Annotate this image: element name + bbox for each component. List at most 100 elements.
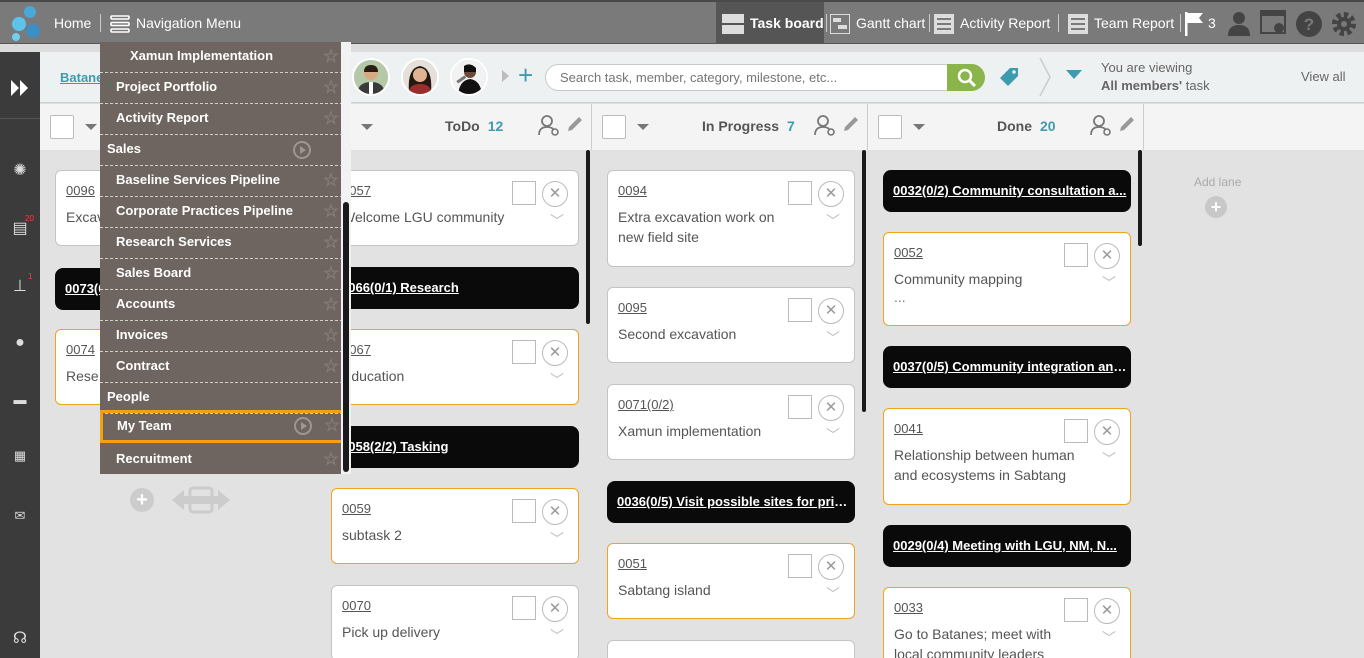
task-id[interactable]: 0052: [894, 245, 923, 260]
close-icon[interactable]: ✕: [818, 298, 844, 324]
chevron-down-icon[interactable]: ﹀: [1102, 449, 1116, 469]
close-icon[interactable]: ✕: [818, 554, 844, 580]
task-card[interactable]: [607, 640, 855, 658]
star-icon[interactable]: ☆: [323, 170, 339, 190]
menu-item-my-team[interactable]: My Team ☆: [100, 410, 345, 443]
close-icon[interactable]: ✕: [542, 340, 568, 366]
dashboard-icon[interactable]: ✺: [10, 160, 30, 180]
assign-user-icon[interactable]: [538, 114, 560, 136]
task-card[interactable]: 0041 Relationship between human and ecos…: [883, 408, 1131, 505]
navigation-menu-button[interactable]: Navigation Menu: [110, 2, 241, 44]
gear-icon[interactable]: [1330, 10, 1358, 38]
chevron-down-icon[interactable]: ﹀: [826, 328, 840, 348]
lane-dropdown-caret[interactable]: [85, 124, 97, 130]
avatar[interactable]: [352, 58, 390, 96]
star-icon[interactable]: ☆: [323, 325, 339, 345]
star-icon[interactable]: ☆: [323, 201, 339, 221]
task-card[interactable]: 0095 Second excavation ✕ ﹀: [607, 287, 855, 363]
task-id[interactable]: 0096: [66, 183, 95, 198]
star-icon[interactable]: ☆: [323, 263, 339, 283]
lane-checkbox[interactable]: [602, 115, 626, 139]
swap-lanes-icon[interactable]: [170, 486, 232, 514]
close-icon[interactable]: ✕: [818, 181, 844, 207]
star-icon[interactable]: ☆: [323, 108, 339, 128]
close-icon[interactable]: ✕: [1094, 419, 1120, 445]
chevron-down-icon[interactable]: ﹀: [1102, 273, 1116, 293]
scroll-avatars-arrow[interactable]: [502, 70, 509, 82]
chat-icon[interactable]: ▬: [10, 392, 30, 412]
project-breadcrumb[interactable]: Batane: [60, 70, 103, 85]
avatar[interactable]: [401, 58, 439, 96]
expand-icon[interactable]: [10, 80, 30, 96]
assign-user-icon[interactable]: [1090, 114, 1112, 136]
search-button[interactable]: [947, 64, 985, 91]
task-card[interactable]: 0067 Education ✕ ﹀: [331, 329, 579, 405]
tab-activity-report[interactable]: Activity Report: [934, 2, 1050, 44]
task-card[interactable]: 0057 Welcome LGU community ✕ ﹀: [331, 170, 579, 246]
add-task-button[interactable]: +: [130, 488, 154, 512]
chevron-down-icon[interactable]: ﹀: [1102, 628, 1116, 648]
tab-team-report[interactable]: Team Report: [1068, 2, 1174, 44]
stamp-icon[interactable]: ⊥: [10, 276, 30, 296]
task-id[interactable]: 0074: [66, 342, 95, 357]
add-member-button[interactable]: +: [518, 62, 533, 88]
mail-icon[interactable]: ✉: [10, 508, 30, 528]
task-checkbox[interactable]: [512, 596, 536, 620]
task-card[interactable]: 0094 Extra excavation work on new field …: [607, 170, 855, 267]
lane-dropdown-caret[interactable]: [913, 124, 925, 130]
task-id[interactable]: 0094: [618, 183, 647, 198]
task-id[interactable]: 0095: [618, 300, 647, 315]
add-lane-button[interactable]: +: [1205, 196, 1227, 218]
close-icon[interactable]: ✕: [542, 499, 568, 525]
task-group-header[interactable]: 0058(2/2) Tasking: [331, 426, 579, 468]
search-input[interactable]: [545, 64, 949, 91]
task-group-header[interactable]: 0029(0/4) Meeting with LGU, NM, N...: [883, 525, 1131, 567]
app-logo-icon[interactable]: [8, 4, 44, 42]
task-card[interactable]: 0070 Pick up delivery ✕ ﹀: [331, 585, 579, 658]
view-all-link[interactable]: View all: [1301, 69, 1346, 84]
task-card[interactable]: 0051 Sabtang island ✕ ﹀: [607, 543, 855, 619]
task-checkbox[interactable]: [788, 395, 812, 419]
lane-checkbox[interactable]: [50, 115, 74, 139]
star-icon[interactable]: ☆: [323, 294, 339, 314]
menu-scrollbar-track[interactable]: [341, 42, 351, 474]
task-id[interactable]: 0051: [618, 556, 647, 571]
avatar[interactable]: [450, 58, 488, 96]
task-checkbox[interactable]: [512, 181, 536, 205]
menu-item-accounts[interactable]: Accounts ☆: [100, 290, 343, 321]
menu-scrollbar-thumb[interactable]: [343, 202, 349, 472]
task-id[interactable]: 0071(0/2): [618, 397, 674, 412]
assign-user-icon[interactable]: [814, 114, 836, 136]
person-icon[interactable]: ●: [10, 334, 30, 354]
filter-dropdown-arrow[interactable]: [1066, 70, 1082, 79]
lane-checkbox[interactable]: [878, 115, 902, 139]
task-group-header[interactable]: 0032(0/2) Community consultation a...: [883, 170, 1131, 212]
task-card[interactable]: 0071(0/2) Xamun implementation ✕ ﹀: [607, 384, 855, 460]
edit-pencil-icon[interactable]: [566, 115, 584, 133]
chevron-down-icon[interactable]: ﹀: [550, 370, 564, 390]
lane-scrollbar[interactable]: [862, 150, 866, 412]
close-icon[interactable]: ✕: [542, 596, 568, 622]
chevron-down-icon[interactable]: ﹀: [550, 211, 564, 231]
task-checkbox[interactable]: [1064, 598, 1088, 622]
menu-item-project-portfolio[interactable]: Project Portfolio ☆: [100, 73, 343, 104]
task-checkbox[interactable]: [788, 181, 812, 205]
settings-window-icon[interactable]: [1260, 10, 1288, 36]
star-icon[interactable]: ☆: [323, 46, 339, 66]
star-icon[interactable]: ☆: [323, 232, 339, 252]
star-icon[interactable]: ☆: [323, 77, 339, 97]
tab-gantt-chart[interactable]: Gantt chart: [830, 2, 925, 44]
play-circle-icon[interactable]: [293, 141, 311, 159]
task-group-header[interactable]: 0066(0/1) Research: [331, 267, 579, 309]
user-profile-icon[interactable]: [1226, 10, 1252, 36]
star-icon[interactable]: ☆: [324, 415, 340, 435]
contacts-icon[interactable]: ☊: [10, 628, 30, 648]
star-icon[interactable]: ☆: [323, 356, 339, 376]
task-id[interactable]: 0070: [342, 598, 371, 613]
menu-item-contract[interactable]: Contract ☆: [100, 352, 343, 383]
home-link[interactable]: Home: [54, 2, 91, 44]
tab-task-board[interactable]: Task board: [716, 2, 824, 44]
task-group-header[interactable]: 0037(0/5) Community integration and...: [883, 346, 1131, 388]
help-icon[interactable]: ?: [1295, 10, 1323, 38]
close-icon[interactable]: ✕: [542, 181, 568, 207]
